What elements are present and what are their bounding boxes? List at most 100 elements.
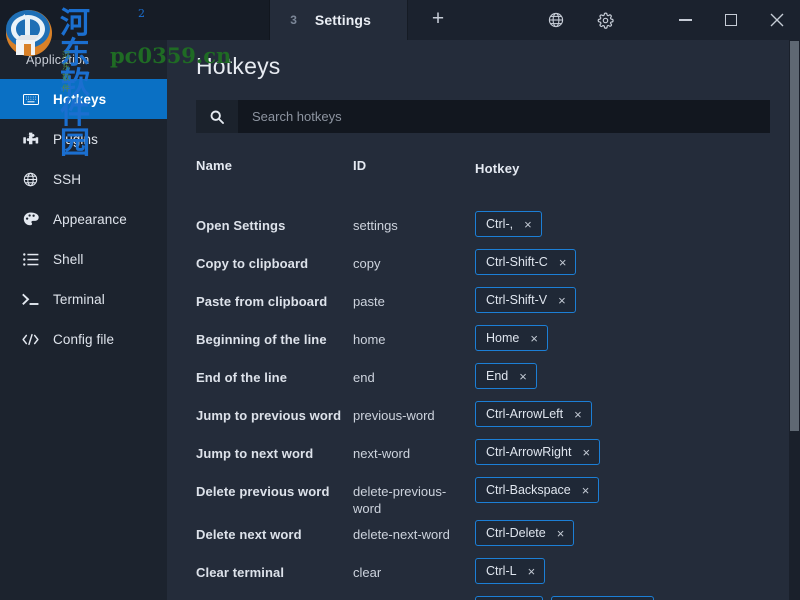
hotkey-id: next-word: [353, 446, 411, 461]
hotkey-name: End of the line: [196, 370, 288, 385]
hotkey-chips: Ctrl-Backspace ×: [475, 474, 800, 503]
remove-hotkey-icon[interactable]: ×: [582, 484, 590, 497]
hotkey-id: delete-next-word: [353, 527, 450, 542]
sidebar-item-terminal[interactable]: Terminal: [0, 279, 167, 319]
list-icon: [22, 252, 39, 266]
hotkey-id: clear: [353, 565, 382, 580]
hotkey-id: copy: [353, 256, 381, 271]
hotkey-name: Delete previous word: [196, 484, 330, 499]
hotkey-chip[interactable]: ×: [475, 596, 543, 600]
hotkey-chip[interactable]: Ctrl-Backspace ×: [475, 477, 600, 503]
column-header-name: Name: [196, 158, 233, 173]
hotkey-name: [196, 593, 353, 600]
hotkey-chips: Ctrl-L ×: [475, 555, 800, 584]
hotkey-chip-label: Ctrl-Backspace: [486, 483, 571, 497]
remove-hotkey-icon[interactable]: ×: [524, 218, 532, 231]
globe-icon: [22, 172, 39, 187]
close-icon: [770, 13, 784, 27]
page-title: Hotkeys: [196, 53, 281, 79]
prompt-icon: [22, 293, 39, 306]
tab-index: 3: [290, 13, 297, 27]
table-row: Open Settings settings Ctrl-, ×: [196, 208, 800, 246]
hotkeys-table: Name ID Hotkey Open Settings settings Ctrl…: [167, 158, 800, 600]
maximize-button[interactable]: [708, 0, 754, 40]
table-row: Jump to previous word previous-word Ctrl-A…: [196, 398, 800, 436]
hotkey-chip[interactable]: Ctrl-ArrowRight ×: [475, 439, 601, 465]
hotkey-chip[interactable]: Ctrl-Shift-V ×: [475, 287, 576, 313]
hotkey-id: [353, 593, 475, 600]
hotkey-chip-label: End: [486, 369, 509, 383]
puzzle-icon: [22, 132, 39, 147]
hotkey-name: Jump to next word: [196, 446, 314, 461]
hotkey-id: paste: [353, 294, 385, 309]
remove-hotkey-icon[interactable]: ×: [519, 370, 527, 383]
main-content: Hotkeys Name ID Hotkey Open Settings sett…: [167, 40, 800, 600]
hotkey-chip[interactable]: Ctrl-, ×: [475, 211, 542, 237]
sidebar-item-label: Plugins: [53, 131, 98, 147]
minimize-button[interactable]: [662, 0, 708, 40]
remove-hotkey-icon[interactable]: ×: [582, 446, 590, 459]
hotkey-chip[interactable]: Ctrl-L ×: [475, 558, 546, 584]
table-header-row: Name ID Hotkey: [196, 158, 800, 196]
remove-hotkey-icon[interactable]: ×: [558, 294, 566, 307]
hotkey-chip[interactable]: Ctrl-ArrowLeft ×: [475, 401, 592, 427]
sidebar-item-label: Appearance: [53, 211, 127, 227]
tab-settings[interactable]: 3 Settings: [270, 0, 408, 40]
hotkey-chip-label: Ctrl-L: [486, 564, 517, 578]
sidebar-item-appearance[interactable]: Appearance: [0, 199, 167, 239]
tab-label: Settings: [314, 12, 371, 28]
hotkey-name: Clear terminal: [196, 565, 285, 580]
sidebar-item-ssh[interactable]: SSH: [0, 159, 167, 199]
sidebar-item-hotkeys[interactable]: Hotkeys: [0, 79, 167, 119]
table-row: Beginning of the line home Home ×: [196, 322, 800, 360]
hotkey-chip-label: Ctrl-ArrowLeft: [486, 407, 564, 421]
hotkey-chips: Ctrl-Shift-V ×: [475, 284, 800, 313]
sidebar-item-label: Config file: [53, 331, 115, 347]
hotkey-chip-label: Ctrl-ArrowRight: [486, 445, 572, 459]
search-bar: [196, 100, 770, 133]
column-header-id: ID: [353, 158, 367, 173]
tabby-settings-window: 3 Settings + Application Hotkeys Plugins…: [0, 0, 800, 600]
hotkey-chips: Ctrl-Shift-C ×: [475, 246, 800, 275]
table-row: Copy to clipboard copy Ctrl-Shift-C ×: [196, 246, 800, 284]
plus-icon: +: [431, 7, 445, 30]
hotkey-chip[interactable]: ×: [551, 596, 654, 600]
close-button[interactable]: [754, 0, 800, 40]
remove-hotkey-icon[interactable]: ×: [528, 565, 536, 578]
hotkey-chips: End ×: [475, 360, 800, 389]
hotkey-name: Paste from clipboard: [196, 294, 328, 309]
vertical-scrollbar[interactable]: [789, 40, 800, 600]
settings-button[interactable]: [582, 0, 628, 40]
globe-icon: [548, 12, 564, 28]
hotkey-chip-label: Ctrl-Delete: [486, 526, 546, 540]
column-header-hotkey: Hotkey: [475, 161, 520, 176]
hotkey-chips: ××: [475, 593, 800, 600]
remove-hotkey-icon[interactable]: ×: [559, 256, 567, 269]
remove-hotkey-icon[interactable]: ×: [557, 527, 565, 540]
hotkey-chip[interactable]: End ×: [475, 363, 537, 389]
hotkey-name: Jump to previous word: [196, 408, 342, 423]
palette-icon: [22, 212, 39, 227]
new-tab-button[interactable]: +: [408, 0, 468, 40]
hotkey-chip[interactable]: Home ×: [475, 325, 548, 351]
search-input[interactable]: [238, 100, 770, 133]
globe-button[interactable]: [530, 0, 582, 40]
sidebar-item-label: Shell: [53, 251, 84, 267]
hotkey-id: delete-previous-word: [353, 484, 447, 516]
sidebar-item-plugins[interactable]: Plugins: [0, 119, 167, 159]
remove-hotkey-icon[interactable]: ×: [530, 332, 538, 345]
hotkey-chip[interactable]: Ctrl-Delete ×: [475, 520, 575, 546]
sidebar-item-config-file[interactable]: Config file: [0, 319, 167, 359]
sidebar-item-shell[interactable]: Shell: [0, 239, 167, 279]
hotkey-id: home: [353, 332, 386, 347]
code-icon: [22, 333, 39, 346]
sidebar-item-label: Terminal: [53, 291, 105, 307]
hotkey-chip[interactable]: Ctrl-Shift-C ×: [475, 249, 577, 275]
remove-hotkey-icon[interactable]: ×: [574, 408, 582, 421]
scrollbar-thumb[interactable]: [790, 41, 799, 431]
hotkey-name: Delete next word: [196, 527, 302, 542]
table-row: Delete previous word delete-previous-word…: [196, 474, 800, 517]
gear-icon: [597, 12, 614, 29]
sidebar-item-label: SSH: [53, 171, 82, 187]
table-row: Clear terminal clear Ctrl-L ×: [196, 555, 800, 593]
